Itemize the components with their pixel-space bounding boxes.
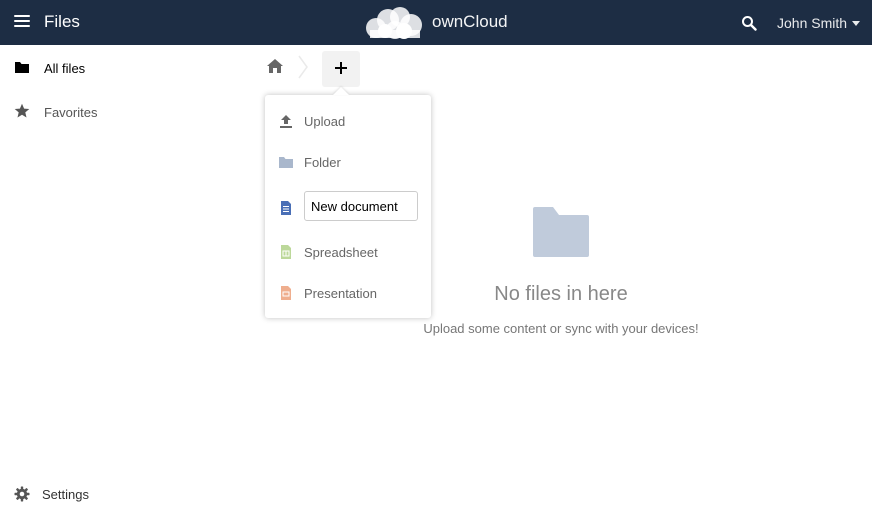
document-icon	[281, 201, 291, 215]
folder-icon	[279, 157, 293, 168]
sidebar-item-all-files[interactable]: All files	[0, 47, 250, 87]
home-icon[interactable]	[266, 58, 284, 74]
caret-down-icon	[852, 21, 861, 26]
sidebar-item-label: Favorites	[44, 105, 98, 120]
app-title[interactable]: Files	[44, 12, 80, 32]
empty-state-title: No files in here	[494, 283, 628, 305]
menu-item-label: Presentation	[304, 286, 377, 301]
upload-icon	[280, 115, 292, 128]
sidebar: All files Favorites Settings	[0, 45, 250, 515]
menu-item-upload[interactable]: Upload	[265, 101, 431, 141]
gear-icon	[14, 486, 30, 502]
breadcrumb-separator-icon	[298, 55, 308, 79]
top-header: Files ownCloud John Smith	[0, 0, 872, 45]
sidebar-item-label: All files	[44, 61, 86, 76]
presentation-icon	[281, 286, 291, 300]
search-icon[interactable]	[741, 15, 757, 31]
empty-state-subtitle: Upload some content or sync with your de…	[423, 321, 699, 336]
new-button[interactable]	[322, 51, 360, 87]
empty-folder-icon	[533, 207, 589, 257]
menu-item-spreadsheet[interactable]: Spreadsheet	[265, 232, 431, 272]
star-icon	[14, 103, 30, 118]
menu-item-presentation[interactable]: Presentation	[265, 273, 431, 313]
settings-label: Settings	[42, 487, 89, 502]
spreadsheet-icon	[281, 245, 291, 259]
hamburger-menu-icon[interactable]	[14, 15, 30, 29]
new-document-name-input[interactable]	[304, 191, 418, 221]
owncloud-logo-icon[interactable]	[364, 6, 426, 40]
plus-icon	[335, 62, 347, 74]
sidebar-item-favorites[interactable]: Favorites	[0, 91, 250, 131]
menu-item-label: Folder	[304, 155, 341, 170]
menu-item-label: Spreadsheet	[304, 245, 378, 260]
menu-item-folder[interactable]: Folder	[265, 142, 431, 182]
user-name: John Smith	[777, 15, 848, 31]
folder-icon	[15, 62, 29, 73]
new-file-menu: Upload Folder Spreadsheet Presentation	[265, 95, 431, 318]
brand-name: ownCloud	[432, 12, 508, 31]
settings-button[interactable]: Settings	[0, 484, 250, 524]
menu-item-label: Upload	[304, 114, 346, 129]
user-menu[interactable]: John Smith	[777, 15, 861, 31]
